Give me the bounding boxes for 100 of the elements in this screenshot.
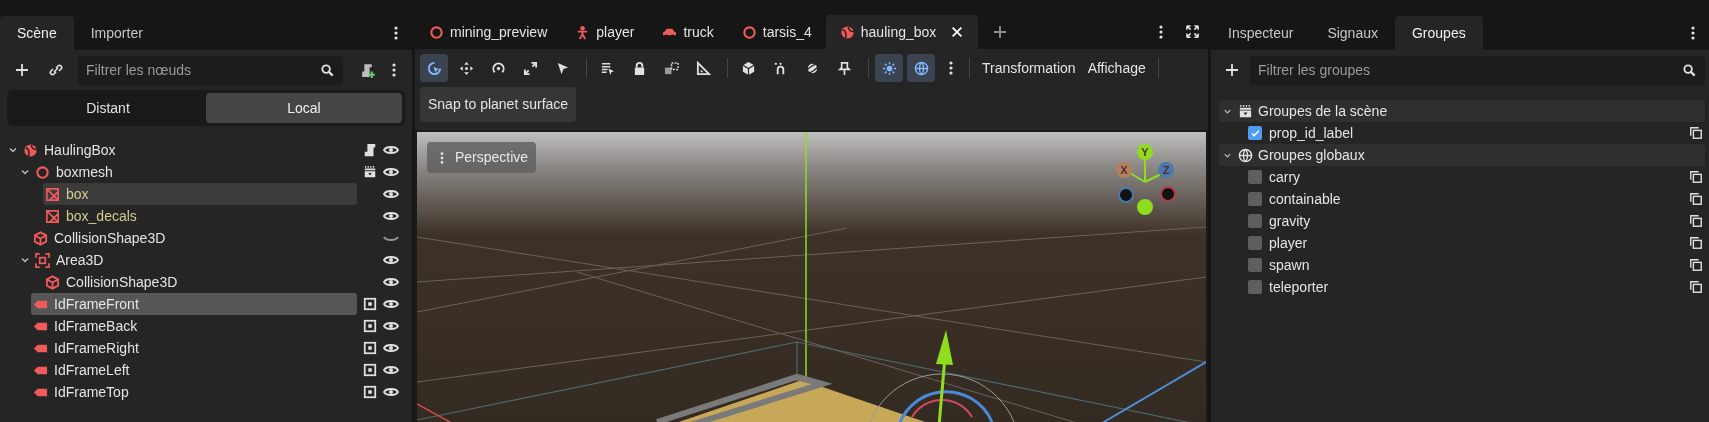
cube-icon: [33, 230, 48, 246]
node-name: box: [66, 184, 89, 204]
document-tab[interactable]: hauling_box: [825, 15, 979, 49]
node-name: IdFrameRight: [54, 338, 139, 358]
plus-icon[interactable]: [992, 24, 1009, 40]
add-script-icon[interactable]: [359, 61, 376, 79]
clapperboard-icon[interactable]: [363, 165, 377, 179]
group-section-header[interactable]: Groupes de la scène: [1219, 100, 1705, 122]
document-tab[interactable]: truck: [648, 15, 728, 49]
square-icon[interactable]: [363, 319, 377, 333]
copy-icon[interactable]: [1689, 192, 1703, 206]
cube-icon: [45, 274, 60, 290]
document-tab[interactable]: tarsis_4: [727, 15, 826, 49]
panel-tab[interactable]: Inspecteur: [1211, 16, 1311, 50]
filter-field[interactable]: Filtrer les groupes: [1250, 55, 1705, 85]
tree-item[interactable]: IdFrameRight: [31, 337, 357, 359]
tool-button[interactable]: [875, 54, 903, 82]
checkmark-icon: [1249, 127, 1261, 139]
link-icon[interactable]: [48, 62, 64, 78]
globe-icon: [913, 60, 929, 76]
group-name: containable: [1269, 189, 1342, 209]
tooltip: Snap to planet surface: [420, 87, 577, 122]
list-select-icon: [599, 60, 615, 76]
tree-item[interactable]: CollisionShape3D: [31, 227, 357, 249]
checkbox[interactable]: [1248, 214, 1262, 228]
node-name: box_decals: [66, 206, 137, 226]
ring-icon: [35, 164, 50, 180]
tree-item[interactable]: IdFrameFront: [31, 293, 357, 315]
view-menu-button[interactable]: Perspective: [427, 142, 537, 173]
tab-label: tarsis_4: [762, 22, 812, 42]
mode-toggle[interactable]: Local: [206, 93, 402, 123]
group-name: spawn: [1269, 255, 1311, 275]
tree-item[interactable]: boxmesh: [33, 161, 357, 183]
checkbox[interactable]: [1248, 280, 1262, 294]
mode-toggle[interactable]: Distant: [10, 93, 206, 123]
filter-field[interactable]: Filtrer les nœuds: [78, 55, 343, 85]
tab-label: truck: [683, 22, 714, 42]
checkbox[interactable]: [1248, 236, 1262, 250]
tree-item[interactable]: box_decals: [43, 205, 357, 227]
tab-label: mining_preview: [450, 22, 548, 42]
checkbox[interactable]: [1248, 192, 1262, 206]
select-rotate-icon: [426, 60, 442, 76]
pin-icon: [836, 60, 852, 76]
plus-icon[interactable]: [14, 62, 30, 78]
copy-icon[interactable]: [1689, 214, 1703, 228]
axis-label: Y: [1141, 146, 1149, 158]
planet-icon: [804, 60, 820, 76]
copy-icon[interactable]: [1689, 170, 1703, 184]
panel-tab[interactable]: Groupes: [1394, 16, 1483, 50]
node-name: IdFrameFront: [54, 294, 139, 314]
node-name: CollisionShape3D: [66, 272, 178, 292]
close-icon[interactable]: [950, 25, 965, 39]
search-icon: [1682, 62, 1697, 78]
ring-icon: [741, 24, 757, 40]
node-name: IdFrameTop: [54, 382, 129, 402]
panel-tab[interactable]: Scène: [0, 16, 74, 50]
group-icon: [663, 60, 679, 76]
group-name: player: [1269, 233, 1309, 253]
axis-gizmo[interactable]: [1116, 144, 1176, 215]
section-title: Groupes de la scène: [1258, 101, 1388, 121]
node-name: HaulingBox: [44, 140, 116, 160]
node-name: CollisionShape3D: [54, 228, 166, 248]
checkbox[interactable]: [1248, 258, 1262, 272]
tool-button[interactable]: [907, 54, 935, 82]
tree-item[interactable]: box: [43, 183, 357, 205]
tree-item[interactable]: IdFrameLeft: [31, 359, 357, 381]
tree-item[interactable]: HaulingBox: [21, 139, 357, 161]
copy-icon[interactable]: [1689, 280, 1703, 294]
checkbox[interactable]: [1248, 170, 1262, 184]
copy-icon[interactable]: [1689, 258, 1703, 272]
group-section-header[interactable]: Groupes globaux: [1219, 144, 1705, 166]
copy-icon[interactable]: [1689, 236, 1703, 250]
fullscreen-icon[interactable]: [1185, 24, 1200, 39]
square-icon[interactable]: [363, 363, 377, 377]
menu-button[interactable]: Affichage: [1081, 57, 1152, 79]
group-name: prop_id_label: [1269, 123, 1355, 143]
sphere-icon: [839, 24, 855, 40]
tool-button[interactable]: [420, 54, 448, 82]
plus-icon[interactable]: [1224, 62, 1240, 78]
menu-button[interactable]: Transformation: [976, 57, 1082, 79]
panel-tab[interactable]: Signaux: [1310, 16, 1395, 50]
script-icon[interactable]: [363, 143, 377, 157]
document-tab[interactable]: player: [561, 15, 649, 49]
group-name: gravity: [1269, 211, 1312, 231]
checkbox[interactable]: [1248, 126, 1262, 140]
panel-tab[interactable]: Importer: [73, 16, 160, 50]
square-icon[interactable]: [363, 297, 377, 311]
document-tab[interactable]: mining_preview: [415, 15, 562, 49]
group-name: carry: [1269, 167, 1302, 187]
tree-item[interactable]: CollisionShape3D: [43, 271, 357, 293]
mesh-icon: [45, 186, 60, 202]
node-name: IdFrameLeft: [54, 360, 130, 380]
square-icon[interactable]: [363, 341, 377, 355]
copy-icon[interactable]: [1689, 126, 1703, 140]
tree-item[interactable]: Area3D: [33, 249, 357, 271]
square-icon[interactable]: [363, 385, 377, 399]
tree-item[interactable]: IdFrameBack: [31, 315, 357, 337]
ruler-icon: [695, 60, 711, 76]
tree-item[interactable]: IdFrameTop: [31, 381, 357, 403]
viewport-scene-drawing[interactable]: [417, 132, 1206, 422]
